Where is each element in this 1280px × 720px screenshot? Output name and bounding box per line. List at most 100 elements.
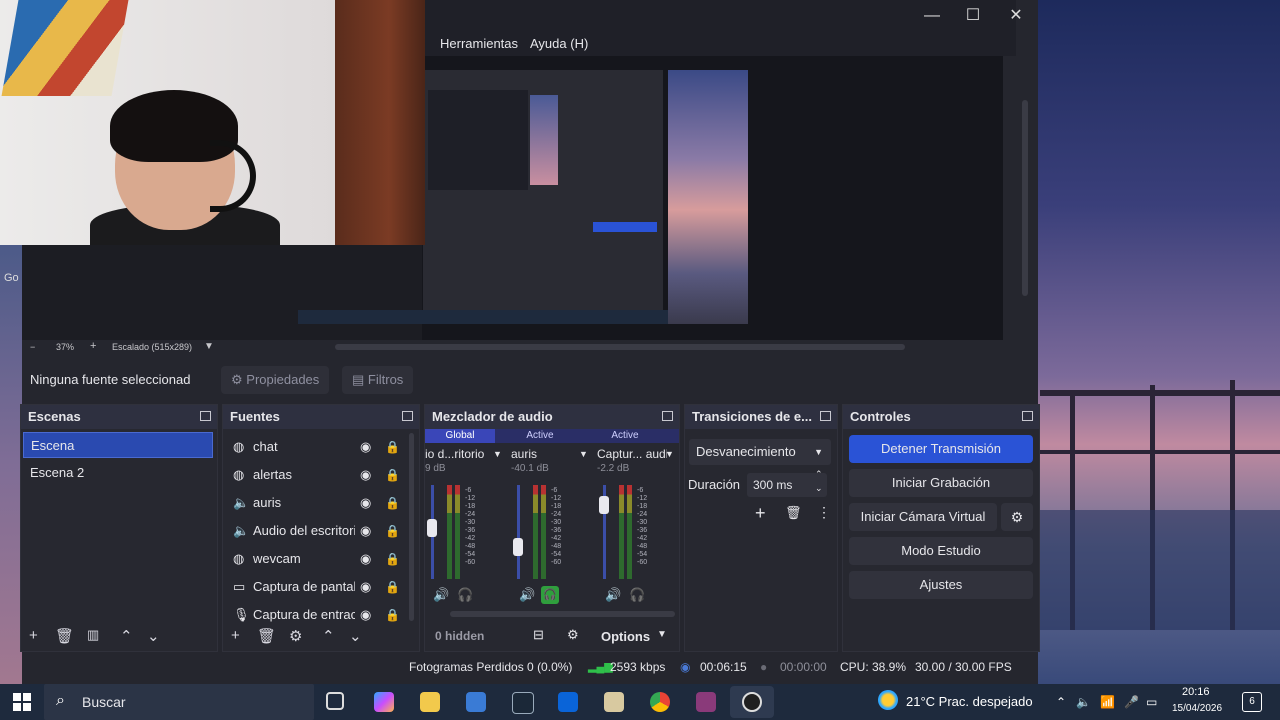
zoom-in-icon[interactable]: +: [90, 340, 96, 352]
monitor-headphones-icon[interactable]: 🎧: [457, 587, 473, 603]
game-icon[interactable]: [604, 692, 624, 712]
eye-icon[interactable]: ◉: [360, 573, 371, 601]
trash-icon[interactable]: 🗑: [785, 505, 802, 521]
lock-icon[interactable]: 🔒: [385, 461, 400, 489]
add-icon[interactable]: +: [231, 627, 240, 644]
trash-icon[interactable]: 🗑: [257, 627, 276, 645]
volume-tray-icon[interactable]: 🔈: [1076, 684, 1091, 720]
copilot-icon[interactable]: [374, 692, 394, 712]
spin-up-icon[interactable]: ⌃: [815, 469, 823, 480]
weather-icon[interactable]: [878, 690, 898, 710]
filters-button[interactable]: ▤ Filtros: [342, 366, 414, 394]
scene-filter-icon[interactable]: ▥: [87, 627, 99, 643]
mute-speaker-icon[interactable]: 🔊: [433, 587, 449, 603]
volume-fader-knob[interactable]: [513, 538, 523, 557]
lock-icon[interactable]: 🔒: [385, 573, 400, 601]
options-button[interactable]: Options: [601, 629, 650, 644]
menu-herramientas[interactable]: Herramientas: [440, 36, 518, 51]
mixer-tab-active[interactable]: Active: [505, 429, 575, 443]
source-item[interactable]: ◍ chat ◉ 🔒: [223, 433, 408, 461]
eye-icon[interactable]: ◉: [360, 517, 371, 545]
popout-icon[interactable]: [1022, 411, 1033, 421]
network-tray-icon[interactable]: 📶: [1100, 684, 1115, 720]
move-up-icon[interactable]: ⌃: [120, 627, 133, 645]
source-item[interactable]: 🔈 Audio del escritori ◉ 🔒: [223, 517, 408, 545]
file-explorer-icon[interactable]: [420, 692, 440, 712]
monitor-headphones-icon[interactable]: 🎧: [629, 587, 645, 603]
volume-fader-knob[interactable]: [599, 496, 609, 515]
notification-badge[interactable]: 6: [1242, 692, 1262, 712]
spin-down-icon[interactable]: ⌄: [815, 483, 823, 494]
transition-select[interactable]: Desvanecimiento ▼: [689, 439, 831, 465]
minimize-button[interactable]: —: [910, 4, 954, 28]
close-button[interactable]: ✕: [994, 4, 1038, 28]
display-tray-icon[interactable]: ▭: [1146, 684, 1157, 720]
mixer-scrollbar[interactable]: [450, 611, 675, 617]
add-icon[interactable]: +: [755, 503, 766, 524]
trash-icon[interactable]: 🗑: [55, 627, 74, 645]
virtual-camera-settings-icon[interactable]: ⚙: [1001, 503, 1033, 531]
store-icon[interactable]: [466, 692, 486, 712]
sources-scrollbar[interactable]: [409, 433, 414, 621]
zoom-out-icon[interactable]: −: [30, 342, 35, 352]
winrar-icon[interactable]: [696, 692, 716, 712]
eye-icon[interactable]: ◉: [360, 461, 371, 489]
mixer-tab-global[interactable]: Global: [425, 429, 495, 443]
popout-icon[interactable]: [820, 411, 831, 421]
chrome-icon[interactable]: [650, 692, 670, 712]
mixer-settings-icon[interactable]: ⚙: [567, 627, 579, 643]
stop-streaming-button[interactable]: Detener Transmisión: [849, 435, 1033, 463]
taskbar-search[interactable]: ⌕ Buscar: [44, 684, 314, 720]
move-down-icon[interactable]: ⌄: [147, 627, 160, 645]
mute-speaker-icon[interactable]: 🔊: [605, 587, 621, 603]
menu-ayuda[interactable]: Ayuda (H): [530, 36, 588, 51]
outlook-icon[interactable]: [558, 692, 578, 712]
windows-start-icon[interactable]: [12, 692, 32, 712]
maximize-button[interactable]: ☐: [951, 4, 995, 28]
source-item[interactable]: ▭ Captura de pantal ◉ 🔒: [223, 573, 408, 601]
task-view-icon[interactable]: [326, 692, 344, 710]
channel-dropdown-icon[interactable]: ▼: [493, 445, 502, 463]
weather-text[interactable]: 21°C Prac. despejado: [906, 684, 1033, 720]
eye-icon[interactable]: ◉: [360, 433, 371, 461]
lock-icon[interactable]: 🔒: [385, 545, 400, 573]
steam-icon[interactable]: [512, 692, 534, 714]
lock-icon[interactable]: 🔒: [385, 489, 400, 517]
gear-icon[interactable]: ⚙: [289, 627, 302, 645]
scene-item[interactable]: Escena: [23, 432, 213, 458]
studio-mode-button[interactable]: Modo Estudio: [849, 537, 1033, 565]
volume-fader-track[interactable]: [517, 485, 520, 579]
properties-button[interactable]: ⚙ Propiedades: [221, 366, 330, 394]
monitor-headphones-icon[interactable]: 🎧: [541, 586, 559, 604]
source-item[interactable]: ◍ alertas ◉ 🔒: [223, 461, 408, 489]
clock-time[interactable]: 20:16: [1182, 686, 1210, 698]
start-recording-button[interactable]: Iniciar Grabación: [849, 469, 1033, 497]
start-virtual-camera-button[interactable]: Iniciar Cámara Virtual: [849, 503, 997, 531]
preview-vertical-scrollbar[interactable]: [1022, 100, 1028, 296]
settings-button[interactable]: Ajustes: [849, 571, 1033, 599]
source-item[interactable]: 🔈 auris ◉ 🔒: [223, 489, 408, 517]
options-dropdown-icon[interactable]: ▼: [657, 629, 667, 640]
mute-speaker-icon[interactable]: 🔊: [519, 587, 535, 603]
eye-icon[interactable]: ◉: [360, 545, 371, 573]
eye-icon[interactable]: ◉: [360, 489, 371, 517]
scale-dropdown-icon[interactable]: ▼: [204, 341, 214, 352]
popout-icon[interactable]: [662, 411, 673, 421]
layout-icon[interactable]: ⊟: [533, 627, 544, 643]
lock-icon[interactable]: 🔒: [385, 517, 400, 545]
more-options-icon[interactable]: ⋮: [817, 504, 831, 521]
lock-icon[interactable]: 🔒: [385, 433, 400, 461]
channel-dropdown-icon[interactable]: ▼: [579, 445, 588, 463]
clock-date[interactable]: 15/04/2026: [1172, 703, 1222, 714]
volume-fader-knob[interactable]: [427, 519, 437, 538]
add-icon[interactable]: +: [29, 627, 38, 644]
mixer-tab-active[interactable]: Active: [590, 429, 660, 443]
preview-horizontal-scrollbar[interactable]: [335, 344, 905, 350]
move-down-icon[interactable]: ⌄: [349, 627, 362, 645]
popout-icon[interactable]: [200, 411, 211, 421]
mic-tray-icon[interactable]: 🎤: [1124, 684, 1139, 720]
move-up-icon[interactable]: ⌃: [322, 627, 335, 645]
channel-dropdown-icon[interactable]: ▼: [665, 445, 674, 463]
source-item[interactable]: ◍ wevcam ◉ 🔒: [223, 545, 408, 573]
popout-icon[interactable]: [402, 411, 413, 421]
